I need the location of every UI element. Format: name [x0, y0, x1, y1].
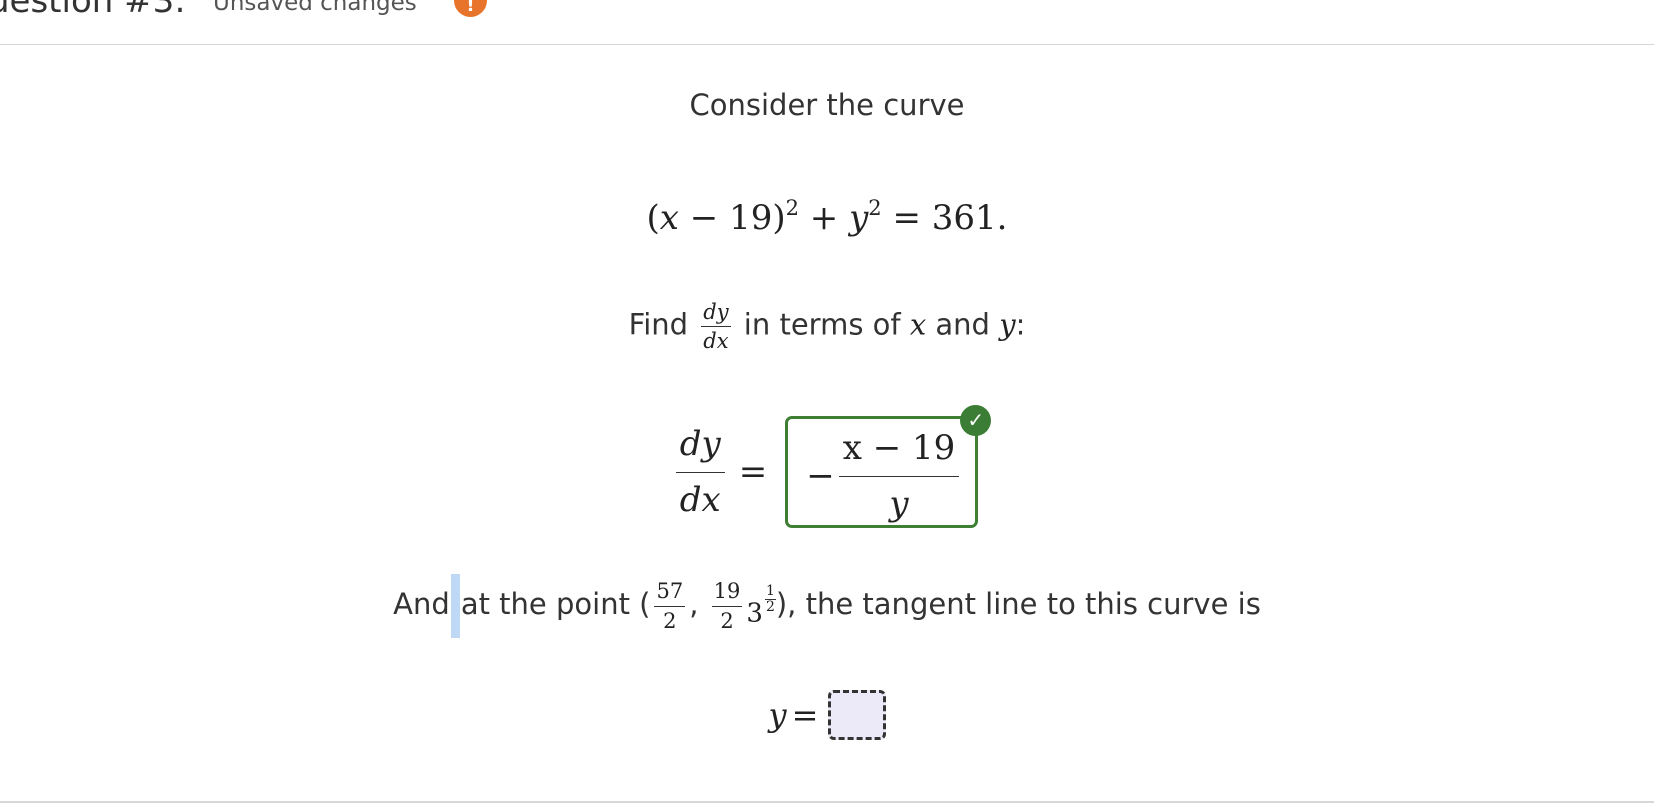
derivative-answer-row: dy dx = − x − 19 y ✓	[0, 405, 1654, 528]
eq-exponent-1: 2	[785, 196, 799, 220]
point-y-exp-numerator: 1	[764, 582, 776, 601]
tangent-word-and: And	[393, 587, 450, 621]
find-derivative-fraction: dy dx	[701, 300, 731, 354]
eq-var-y: y	[849, 198, 869, 238]
lhs-numerator: dy	[675, 423, 725, 473]
find-colon: :	[1015, 307, 1026, 342]
point-y-numerator: 19	[711, 579, 743, 607]
point-y-fraction: 19 2	[711, 579, 743, 633]
answer-denominator: y	[889, 483, 909, 524]
eq-h-value: 19	[729, 198, 773, 238]
unsaved-changes-status: Unsaved changes	[213, 0, 417, 16]
answer-fraction: x − 19 y	[838, 427, 960, 525]
point-y-radical: 312	[746, 582, 776, 629]
eq-exponent-2: 2	[868, 196, 882, 220]
tangent-answer-input[interactable]	[827, 690, 886, 740]
point-y-exp-denominator: 2	[765, 599, 775, 616]
eq-open-paren: (	[646, 198, 660, 238]
curve-equation: (x − 19)2 + y2 = 361.	[0, 196, 1654, 239]
eq-plus: +	[798, 198, 850, 238]
question-header: uestion #3: Unsaved changes !	[0, 0, 1654, 45]
derivative-answer-field[interactable]: − x − 19 y ✓	[785, 405, 992, 528]
derivative-lhs-fraction: dy dx	[675, 423, 725, 521]
question-title: uestion #3:	[0, 0, 186, 21]
check-icon: ✓	[960, 405, 992, 436]
tangent-text-before: at the point (	[460, 587, 651, 621]
text-cursor-highlight	[450, 574, 460, 638]
find-middle-text: in terms of	[743, 307, 901, 342]
answer-sign: −	[806, 456, 835, 496]
point-y-denominator: 2	[720, 608, 734, 633]
lhs-denominator: dx	[679, 479, 721, 520]
tangent-equals: =	[791, 696, 819, 734]
find-and: and	[935, 307, 990, 342]
eq-rhs: 361.	[931, 198, 1008, 238]
eq-var-x: x	[659, 198, 679, 238]
find-frac-denominator: dx	[703, 329, 729, 354]
find-prefix: Find	[628, 307, 689, 342]
point-x-denominator: 2	[663, 608, 677, 633]
tangent-answer-row: y =	[0, 690, 1654, 740]
point-y-exponent: 12	[764, 582, 776, 616]
find-instruction: Find dy dx in terms of x and y:	[0, 300, 1654, 353]
find-var-y: y	[999, 307, 1016, 342]
tangent-text-after: ), the tangent line to this curve is	[775, 587, 1261, 621]
eq-minus: −	[678, 198, 730, 238]
find-frac-numerator: dy	[701, 300, 731, 328]
problem-intro: Consider the curve	[689, 88, 965, 122]
point-y-base: 3	[746, 598, 763, 629]
eq-equals: =	[881, 198, 932, 238]
bottom-divider	[0, 801, 1654, 803]
find-var-x: x	[909, 307, 927, 342]
point-separator: ,	[689, 587, 699, 621]
point-x-fraction: 57 2	[654, 579, 686, 633]
eq-close-paren: )	[772, 198, 786, 238]
point-x-numerator: 57	[654, 579, 686, 607]
answer-numerator: x − 19	[838, 427, 960, 477]
answer-equals: =	[738, 452, 768, 492]
tangent-var-y: y	[768, 696, 787, 734]
alert-icon[interactable]: !	[454, 0, 487, 17]
tangent-prompt: And at the point (57 2, 19 2 3 1 2), the tange…	[0, 574, 1654, 638]
